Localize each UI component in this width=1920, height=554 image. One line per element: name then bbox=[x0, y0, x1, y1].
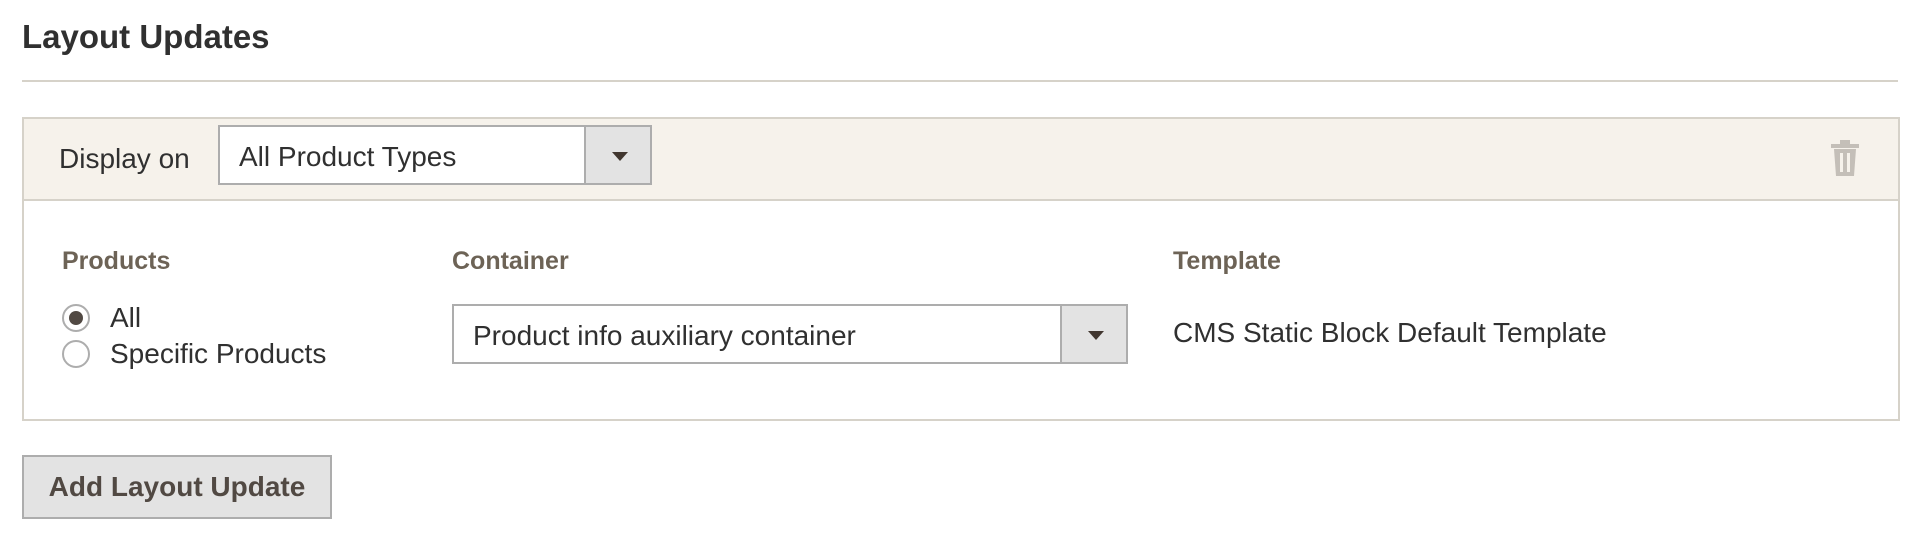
products-option-label: Specific Products bbox=[110, 338, 327, 369]
template-label: Template bbox=[1173, 247, 1281, 275]
container-label: Container bbox=[452, 247, 569, 275]
container-select[interactable]: Product info auxiliary container bbox=[452, 304, 1128, 364]
trash-icon[interactable] bbox=[1828, 138, 1862, 178]
template-value: CMS Static Block Default Template bbox=[1173, 317, 1607, 348]
display-on-label: Display on bbox=[59, 143, 190, 174]
products-label: Products bbox=[62, 247, 171, 275]
caret-down-icon bbox=[612, 152, 628, 161]
display-on-select-value: All Product Types bbox=[239, 141, 457, 172]
display-on-select-toggle[interactable] bbox=[584, 127, 650, 183]
add-layout-update-button[interactable]: Add Layout Update bbox=[22, 455, 332, 519]
container-select-toggle[interactable] bbox=[1060, 306, 1126, 362]
section-title: Layout Updates bbox=[22, 18, 270, 55]
products-radio-all[interactable] bbox=[62, 304, 90, 332]
layout-update-item: Display on All Product Types Products Co… bbox=[22, 117, 1900, 421]
container-select-value: Product info auxiliary container bbox=[473, 320, 856, 351]
layout-update-header: Display on All Product Types bbox=[24, 119, 1898, 201]
section-divider bbox=[22, 80, 1898, 82]
display-on-select[interactable]: All Product Types bbox=[218, 125, 652, 185]
caret-down-icon bbox=[1088, 331, 1104, 340]
products-option-label: All bbox=[110, 302, 142, 333]
products-radio-specific[interactable] bbox=[62, 340, 90, 368]
